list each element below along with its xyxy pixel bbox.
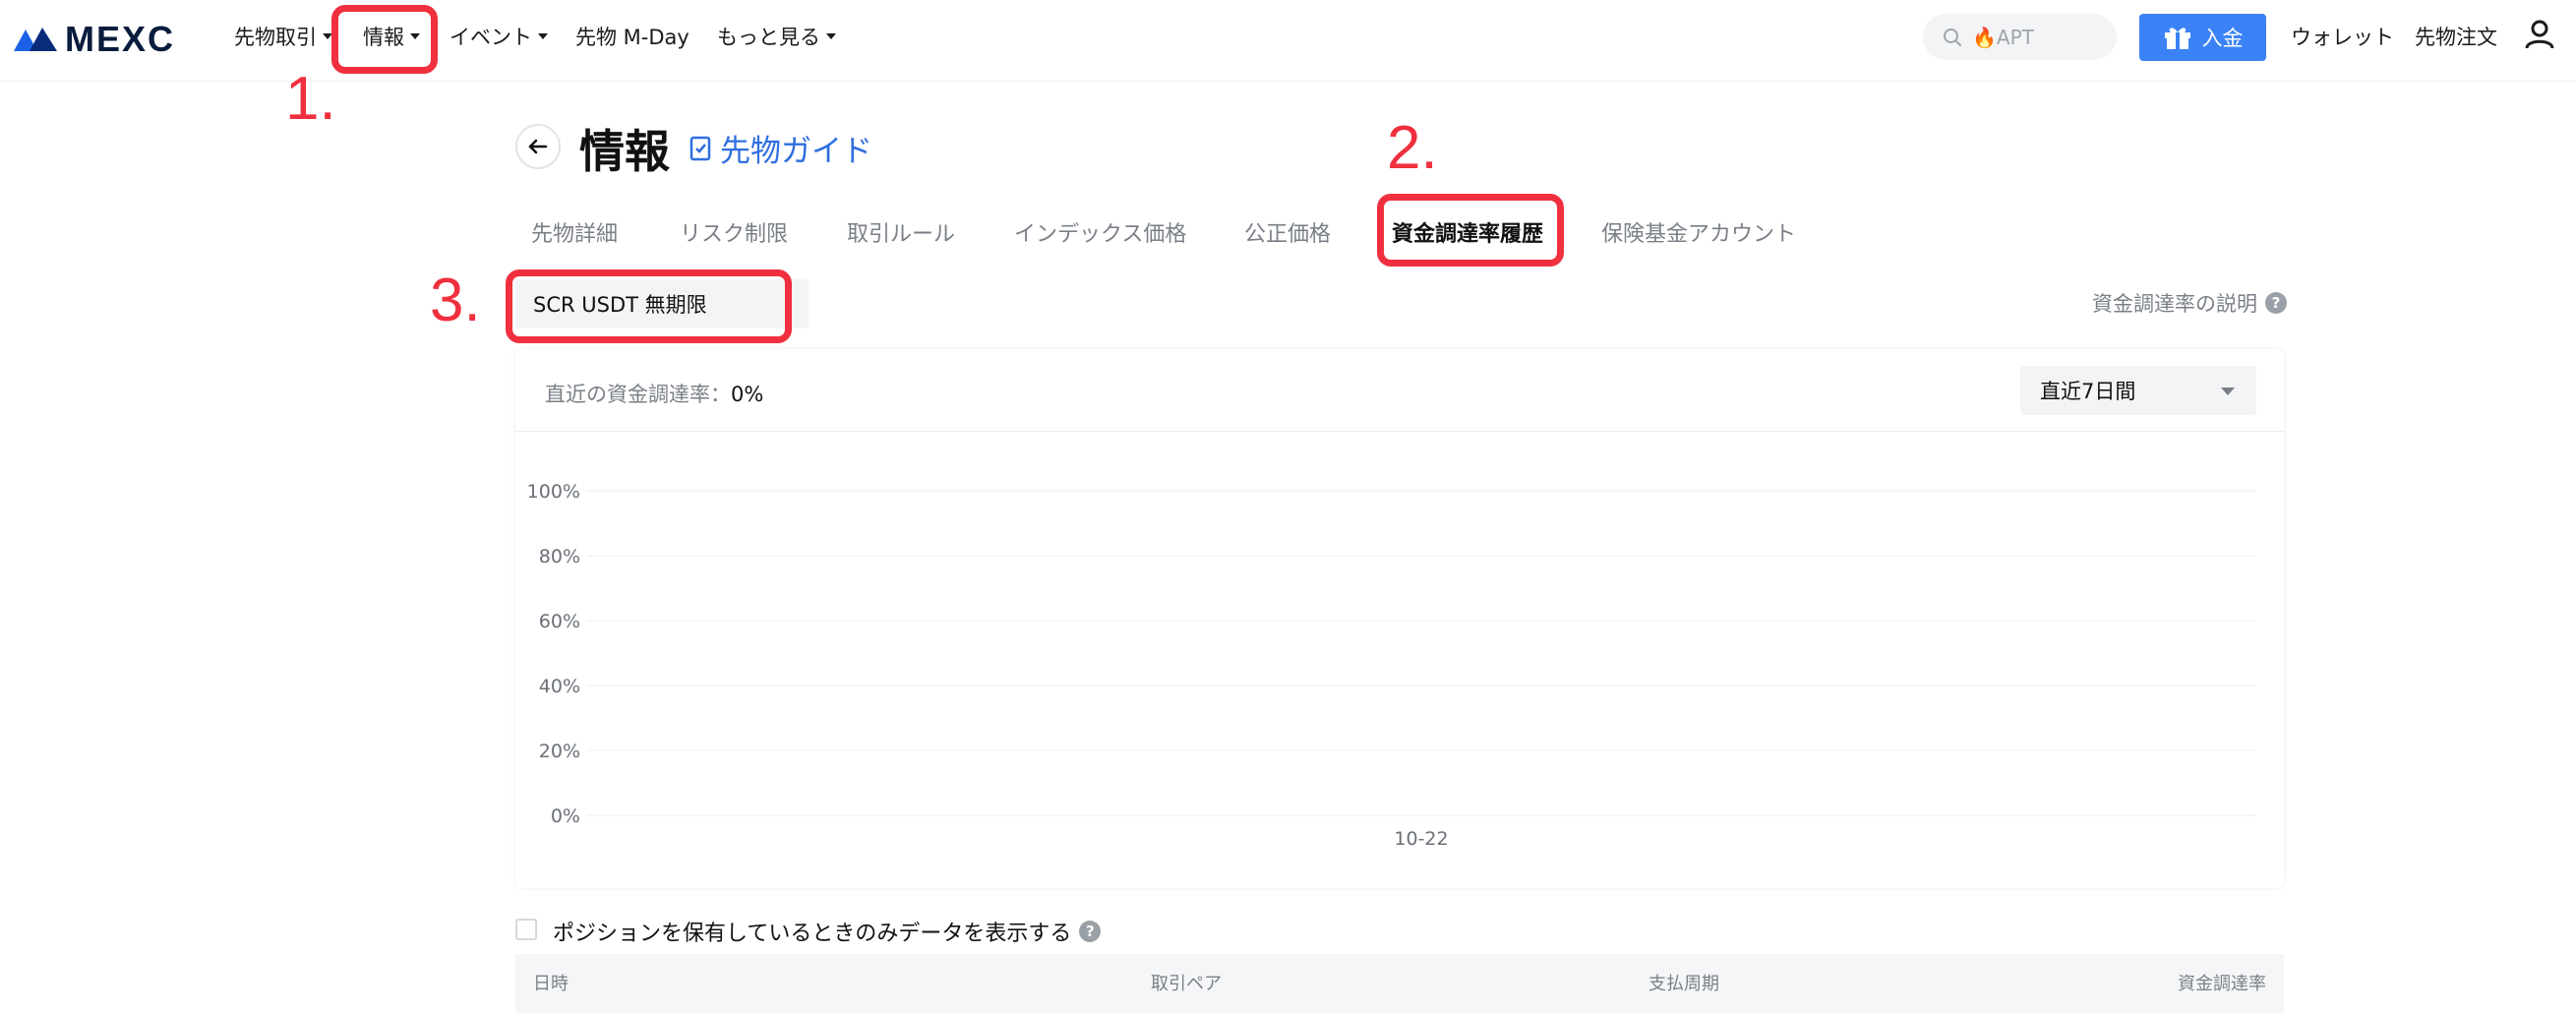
nav-wallet[interactable]: ウォレット [2291,22,2394,51]
funding-rate-card: 直近の資金調達率：0% 直近7日間 100% 80% 60% 40% 20% 0% 10-2… [515,349,2284,888]
col-trading-pair: 取引ペア [1151,974,1222,994]
guide-link-label: 先物ガイド [720,134,872,169]
col-funding-rate: 資金調達率 [2178,974,2266,994]
last-funding-rate: 直近の資金調達率：0% [545,379,763,408]
deposit-label: 入金 [2201,27,2244,50]
step-2-label: 2. [1387,114,1438,182]
y-tick-label: 100% [527,481,580,503]
search-input[interactable]: 🔥APT [1923,14,2117,60]
highlight-nav-info [331,5,438,74]
only-positions-label: ポジションを保有しているときのみデータを表示する ? [553,916,1102,947]
highlight-contract-select [506,269,792,343]
tab-trading-rules[interactable]: 取引ルール [847,216,955,248]
step-3-label: 3. [430,267,481,334]
user-icon[interactable] [2523,18,2556,55]
explain-link-label: 資金調達率の説明 [2092,292,2257,316]
tab-fair-price[interactable]: 公正価格 [1244,216,1331,248]
col-payment-interval: 支払周期 [1648,974,1719,994]
last-rate-value: 0% [731,383,764,406]
last-rate-label: 直近の資金調達率： [545,383,731,406]
y-tick-label: 20% [539,741,580,762]
nav-futures-mday[interactable]: 先物 M-Day [575,22,689,51]
nav-label: イベント [449,26,532,49]
deposit-button[interactable]: 入金 [2139,14,2266,61]
nav-futures-orders[interactable]: 先物注文 [2415,22,2497,51]
gift-icon [2164,28,2190,49]
nav-label: もっと見る [717,26,820,49]
nav-label: 先物 M-Day [575,26,689,49]
y-tick-label: 0% [551,805,580,827]
search-icon [1944,28,1961,46]
search-placeholder: 🔥APT [1972,25,2034,49]
y-tick-label: 60% [539,611,580,632]
tab-insurance-fund[interactable]: 保険基金アカウント [1601,216,1796,248]
funding-rate-explanation-link[interactable]: 資金調達率の説明 ? [2092,288,2287,318]
arrow-left-icon [528,139,548,154]
card-header: 直近の資金調達率：0% 直近7日間 [515,349,2284,432]
tab-risk-limit[interactable]: リスク制限 [680,216,788,248]
caret-down-icon [2221,387,2235,395]
caret-down-icon [538,33,548,39]
only-positions-checkbox[interactable] [515,919,537,940]
x-tick-label: 10-22 [1394,828,1448,850]
page-title: 情報 [579,125,670,178]
only-positions-text: ポジションを保有しているときのみデータを表示する [553,922,1072,946]
range-select[interactable]: 直近7日間 [2020,366,2256,415]
nav-label: 先物注文 [2415,26,2497,49]
y-tick-label: 80% [539,546,580,567]
range-value: 直近7日間 [2040,380,2136,403]
funding-rate-chart: 100% 80% 60% 40% 20% 0% 10-22 [527,481,2256,850]
futures-guide-link[interactable]: 先物ガイド [689,126,872,170]
back-button[interactable] [515,124,561,169]
step-1-label: 1. [285,65,336,133]
nav-futures-trading[interactable]: 先物取引 [234,22,332,51]
question-icon[interactable]: ? [1079,921,1102,942]
logo-text: MEXC [65,19,176,59]
y-tick-label: 40% [539,676,580,697]
tab-index-price[interactable]: インデックス価格 [1014,216,1186,248]
question-icon: ? [2265,292,2287,314]
nav-more[interactable]: もっと見る [717,22,836,51]
caret-down-icon [826,33,836,39]
highlight-funding-tab [1377,194,1564,267]
table-header: 日時 取引ペア 支払周期 資金調達率 [515,954,2284,1013]
nav-events[interactable]: イベント [449,22,548,51]
nav-label: 先物取引 [234,26,317,49]
mexc-logo-icon [14,28,57,51]
mexc-logo[interactable]: MEXC [12,19,176,59]
guide-icon [689,136,711,160]
col-datetime: 日時 [533,974,569,994]
tab-futures-details[interactable]: 先物詳細 [531,216,618,248]
nav-label: ウォレット [2291,26,2394,49]
